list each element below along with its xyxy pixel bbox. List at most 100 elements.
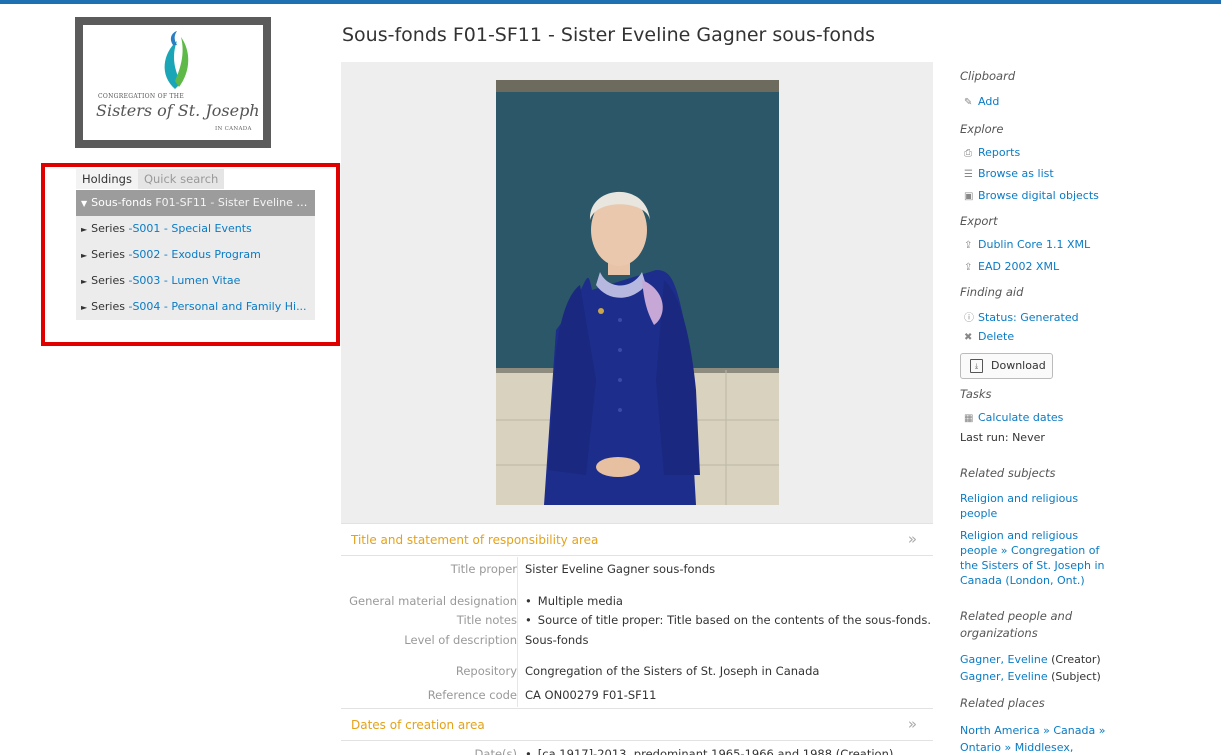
dublin-core-item[interactable]: ⇪ Dublin Core 1.1 XML [960,238,1090,251]
subject-line[interactable]: Religion and religious [960,528,1105,543]
reports-link[interactable]: Reports [978,146,1020,159]
download-button[interactable]: ⤓ Download [960,353,1053,379]
section-title[interactable]: Dates of creation area [351,718,485,732]
logo-inner: Congregation of the Sisters of St. Josep… [83,25,263,140]
browse-as-list-link[interactable]: Browse as list [978,167,1054,180]
field-label: Repository [455,664,517,678]
field-value: Multiple media [521,594,623,608]
calculate-dates-link[interactable]: Calculate dates [978,411,1063,424]
tree-item-series[interactable]: ► Series -S001 - Special Events [76,216,315,242]
expand-arrow-icon[interactable]: ▼ [81,191,87,216]
expand-arrow-icon[interactable]: ► [81,295,87,320]
place-line[interactable]: North America » Canada » [960,722,1105,739]
browse-digital-item[interactable]: ▣ Browse digital objects [960,189,1099,202]
subject-link-nested[interactable]: Religion and religious people » Congrega… [960,528,1105,588]
reports-item[interactable]: ⎙ Reports [960,146,1020,159]
treeview-tabs: Holdings Quick search [76,169,225,189]
browse-digital-objects-link[interactable]: Browse digital objects [978,189,1099,202]
field-value: Sister Eveline Gagner sous-fonds [525,562,716,576]
collapse-chevron-icon[interactable]: » [908,715,917,733]
expand-arrow-icon[interactable]: ► [81,217,87,242]
person-link[interactable]: Gagner, Eveline [960,670,1048,683]
top-accent-bar [0,0,1221,4]
upload-icon: ⇪ [964,262,973,273]
section-title[interactable]: Title and statement of responsibility ar… [351,533,598,547]
subject-link[interactable]: Religion and religious people [960,491,1100,521]
tree-item-series[interactable]: ► Series -S004 - Personal and Family Hi..… [76,294,315,320]
print-icon: ⎙ [964,148,972,159]
field-label: Title proper [450,562,517,576]
tree-item-series[interactable]: ► Series -S003 - Lumen Vitae [76,268,315,294]
dublin-core-link[interactable]: Dublin Core 1.1 XML [978,238,1090,251]
site-logo[interactable]: Congregation of the Sisters of St. Josep… [75,17,271,148]
clipboard-add[interactable]: ✎ Add [960,95,999,108]
field-label: General material designation [349,594,517,608]
calculate-dates-item[interactable]: ▦ Calculate dates [960,411,1063,424]
page-title: Sous-fonds F01-SF11 - Sister Eveline Gag… [342,24,876,46]
upload-icon: ⇪ [964,240,973,251]
person-role: (Creator) [1051,653,1101,666]
status-link[interactable]: Status: Generated [978,311,1079,324]
collapse-chevron-icon[interactable]: » [908,530,917,548]
field-value: CA ON00279 F01-SF11 [525,688,657,702]
browse-list-item[interactable]: ☰ Browse as list [960,167,1054,180]
field-label: Title notes [456,613,517,627]
close-icon: ✖ [964,332,973,343]
tree-item-level: Series [91,222,125,235]
related-place-link[interactable]: North America » Canada » Ontario » Middl… [960,722,1105,755]
subject-line[interactable]: Canada (London, Ont.) [960,573,1105,588]
field-reference-code: Reference code CA ON00279 F01-SF11 [341,685,933,705]
repository-link[interactable]: Congregation of the Sisters of St. Josep… [525,664,819,678]
download-label: Download [991,359,1046,372]
tree-item-title[interactable]: -S004 - Personal and Family Hi... [128,300,306,313]
tree-item-sous-fonds[interactable]: ▼ Sous-fonds F01-SF11 - Sister Eveline Ga… [76,190,315,216]
logo-main-text: Sisters of St. Joseph [96,101,260,120]
export-heading: Export [960,214,998,228]
related-people-heading: Related people and organizations [960,608,1072,642]
expand-arrow-icon[interactable]: ► [81,269,87,294]
logo-sub-text: in Canada [215,126,252,132]
title-area-header[interactable]: Title and statement of responsibility ar… [341,523,933,556]
heading-line: Related people and [960,609,1073,623]
expand-arrow-icon[interactable]: ► [81,243,87,268]
add-link[interactable]: Add [978,95,999,108]
ead-link[interactable]: EAD 2002 XML [978,260,1059,273]
tree-item-title[interactable]: F01-SF11 - Sister Eveline Ga... [155,196,315,209]
tree-item-series[interactable]: ► Series -S002 - Exodus Program [76,242,315,268]
place-line[interactable]: Ontario » Middlesex, [960,739,1105,755]
field-title-proper: Title proper Sister Eveline Gagner sous-… [341,559,933,579]
subject-line[interactable]: people » Congregation of [960,543,1105,558]
tree-item-title[interactable]: -S001 - Special Events [128,222,251,235]
leaf-emblem-icon [164,31,189,89]
subject-line[interactable]: the Sisters of St. Joseph in [960,558,1105,573]
tree-item-title[interactable]: -S003 - Lumen Vitae [128,274,240,287]
status-item[interactable]: ⓘ Status: Generated [960,309,1079,324]
list-icon: ☰ [964,169,973,180]
pdf-icon: ⤓ [970,359,983,373]
ead-item[interactable]: ⇪ EAD 2002 XML [960,260,1059,273]
related-subjects-heading: Related subjects [960,466,1056,480]
tree-item-title[interactable]: -S002 - Exodus Program [128,248,260,261]
digital-object-panel [341,62,933,523]
info-icon: ⓘ [964,313,974,324]
holdings-tree: ▼ Sous-fonds F01-SF11 - Sister Eveline Ga… [76,190,315,320]
dates-area-header[interactable]: Dates of creation area » [341,708,933,741]
calendar-icon: ▦ [964,413,974,424]
digital-object-image[interactable] [496,80,779,505]
tab-quick-search[interactable]: Quick search [137,169,225,189]
field-level-of-description: Level of description Sous-fonds [341,630,933,650]
related-person-creator: Gagner, Eveline (Creator) [960,653,1101,666]
tree-item-level: Series [91,248,125,261]
portrait-photo [496,80,779,505]
delete-item[interactable]: ✖ Delete [960,330,1014,343]
person-link[interactable]: Gagner, Eveline [960,653,1048,666]
field-repository: Repository Congregation of the Sisters o… [341,661,933,681]
delete-link[interactable]: Delete [978,330,1014,343]
image-icon: ▣ [964,191,974,202]
person-role: (Subject) [1051,670,1101,683]
tab-holdings[interactable]: Holdings [76,169,138,189]
field-label: Reference code [427,688,517,702]
field-value: Sous-fonds [525,633,589,647]
tree-item-level: Sous-fonds [91,196,152,209]
related-person-subject: Gagner, Eveline (Subject) [960,670,1101,683]
